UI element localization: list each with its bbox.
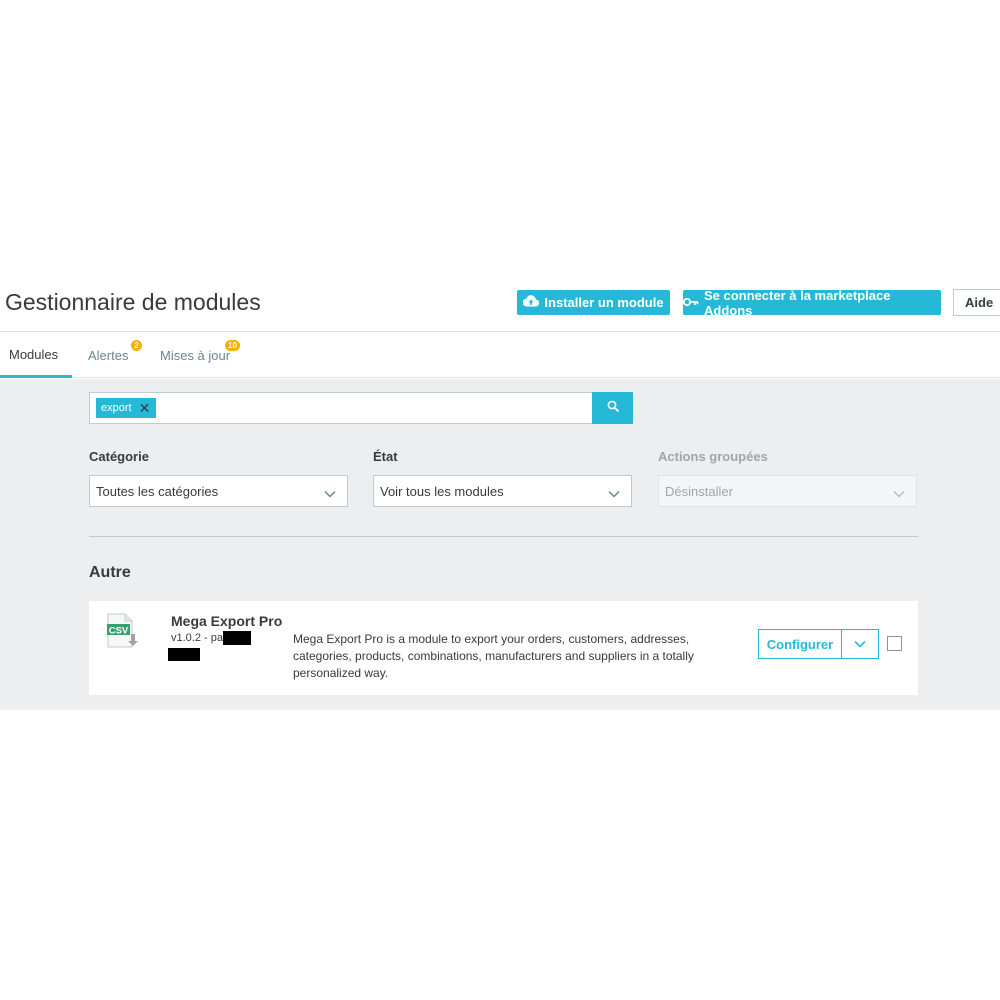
- help-button[interactable]: Aide: [953, 289, 1000, 316]
- updates-count-badge: 10: [225, 340, 240, 351]
- remove-tag-icon[interactable]: ✕: [139, 401, 151, 415]
- key-icon: [682, 295, 699, 310]
- chevron-down-icon: [854, 635, 866, 653]
- search-icon: [607, 399, 619, 417]
- search-tag-label: export: [101, 402, 132, 414]
- tab-alerts[interactable]: Alertes 2: [88, 333, 142, 378]
- module-version: v1.0.2 - par: [171, 632, 227, 644]
- category-select-value: Toutes les catégories: [96, 483, 219, 499]
- search-button[interactable]: [592, 392, 633, 424]
- bulk-actions-label: Actions groupées: [658, 449, 768, 464]
- tab-updates[interactable]: Mises à jour 10: [160, 333, 240, 378]
- chevron-down-icon: [608, 486, 620, 501]
- connect-addons-label: Se connecter à la marketplace Addons: [704, 287, 891, 318]
- page-title: Gestionnaire de modules: [5, 289, 261, 315]
- connect-addons-button[interactable]: Se connecter à la marketplace Addons: [682, 287, 941, 318]
- module-list-area: export ✕ Catégorie Toutes les catégories…: [0, 379, 1000, 710]
- redacted-author: [168, 648, 200, 661]
- configure-button[interactable]: Configurer: [758, 629, 842, 659]
- tab-alerts-label: Alertes: [88, 348, 129, 363]
- csv-icon-text: CSV: [109, 626, 129, 637]
- state-select[interactable]: Voir tous les modules: [373, 475, 632, 507]
- chevron-down-icon: [324, 486, 336, 501]
- search-tag: export ✕: [96, 398, 157, 418]
- category-select[interactable]: Toutes les catégories: [89, 475, 348, 507]
- bulk-actions-select: Désinstaller: [658, 475, 917, 507]
- install-module-button[interactable]: Installer un module: [517, 290, 670, 315]
- state-filter-label: État: [373, 449, 398, 464]
- category-filter-label: Catégorie: [89, 449, 149, 464]
- state-select-value: Voir tous les modules: [380, 483, 504, 499]
- module-select-checkbox[interactable]: [887, 636, 902, 651]
- module-manager-page: Gestionnaire de modules Installer un mod…: [0, 282, 1000, 710]
- csv-file-icon: CSV: [105, 613, 141, 649]
- cloud-upload-icon: [523, 295, 540, 310]
- module-card: CSV Mega Export Pro v1.0.2 - par Mega Ex…: [89, 601, 918, 695]
- chevron-down-icon: [893, 486, 905, 501]
- tab-modules[interactable]: Modules: [0, 333, 72, 378]
- module-tabs: Modules Alertes 2 Mises à jour 10: [0, 333, 1000, 378]
- redacted-author: [223, 631, 251, 645]
- install-module-label: Installer un module: [544, 295, 664, 310]
- search-input[interactable]: export ✕: [89, 392, 593, 424]
- module-description: Mega Export Pro is a module to export yo…: [293, 632, 694, 680]
- section-title: Autre: [89, 564, 131, 581]
- tab-updates-label: Mises à jour: [160, 348, 231, 363]
- module-actions-dropdown[interactable]: [841, 629, 879, 659]
- bulk-actions-value: Désinstaller: [665, 483, 733, 499]
- tab-modules-label: Modules: [9, 346, 59, 362]
- alerts-count-badge: 2: [131, 340, 142, 351]
- module-name: Mega Export Pro: [171, 613, 283, 629]
- section-divider: [89, 536, 918, 537]
- page-header: Gestionnaire de modules Installer un mod…: [0, 282, 1000, 332]
